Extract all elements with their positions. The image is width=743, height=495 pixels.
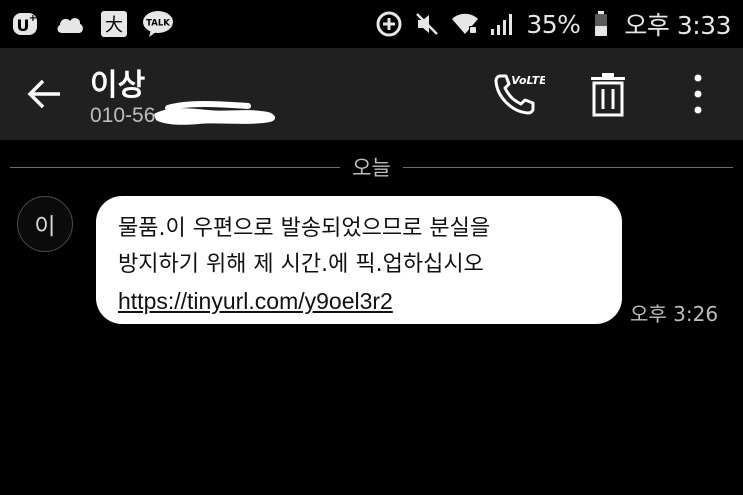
call-button[interactable]: VoLTE	[490, 66, 546, 122]
volte-badge: VoLTE	[511, 74, 545, 87]
status-time: 오후 3:33	[624, 11, 731, 40]
date-divider: 오늘	[10, 152, 733, 188]
u-plus-icon: U +	[10, 8, 42, 40]
more-vertical-icon	[694, 74, 702, 114]
svg-text:U: U	[17, 16, 30, 35]
more-options-button[interactable]	[670, 66, 726, 122]
contact-name: 이상	[90, 68, 146, 103]
contact-number: 010-56	[90, 104, 156, 127]
kakaotalk-icon: TALK	[142, 8, 174, 40]
battery-percent: 35%	[526, 9, 581, 39]
daum-glyph: 大	[105, 15, 123, 36]
back-button[interactable]	[22, 72, 66, 116]
status-left-icons: U + 大 TALK	[10, 8, 186, 40]
divider-line-left	[10, 167, 340, 168]
divider-line-right	[403, 167, 733, 168]
svg-text:+: +	[29, 13, 37, 24]
wifi-icon	[450, 8, 480, 40]
signal-icon	[488, 8, 518, 40]
message-link[interactable]: https://tinyurl.com/y9oel3r2	[118, 288, 393, 314]
mute-icon	[412, 8, 442, 40]
message-timestamp: 오후 3:26	[630, 302, 719, 326]
phone-volte-icon: VoLTE	[494, 74, 545, 115]
trash-icon	[591, 73, 625, 117]
message-line: 물품.이 우편으로 발송되었으므로 분실을	[118, 216, 491, 241]
redaction-scribble	[154, 101, 276, 125]
data-saver-icon	[374, 8, 404, 40]
arrow-left-icon	[27, 79, 60, 109]
delete-button[interactable]	[580, 66, 636, 122]
kakao-label: TALK	[146, 19, 170, 29]
message-bubble[interactable]: 물품.이 우편으로 발송되었으므로 분실을 방지하기 위해 제 시간.에 픽.업…	[96, 196, 622, 324]
date-label: 오늘	[352, 156, 391, 180]
battery-icon	[586, 8, 616, 40]
cloud-icon	[54, 8, 86, 40]
conversation-header: 이상 010-56 VoLTE	[0, 48, 743, 140]
status-bar: U + 大 TALK 35% 오후 3:33	[0, 0, 743, 48]
message-line: 방지하기 위해 제 시간.에 픽.업하십시오	[118, 252, 484, 277]
sender-avatar[interactable]: 이	[17, 196, 73, 252]
daum-icon: 大	[98, 8, 130, 40]
avatar-initial: 이	[34, 214, 56, 240]
status-right-icons: 35% 오후 3:33	[374, 6, 731, 42]
